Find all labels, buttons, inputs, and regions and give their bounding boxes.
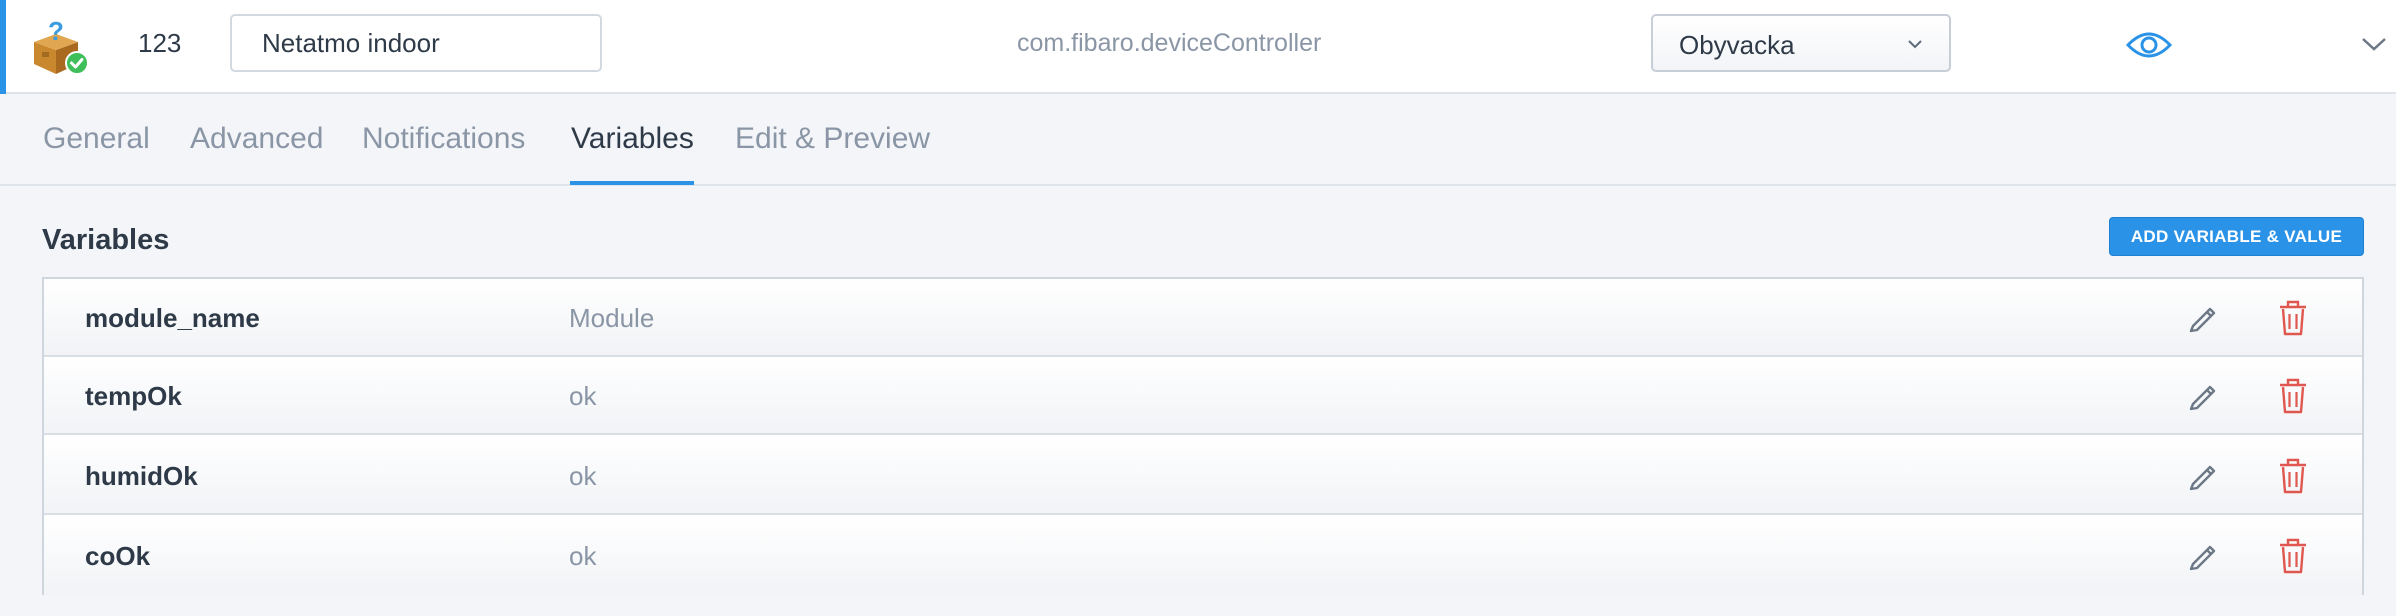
trash-icon[interactable]: [2277, 299, 2309, 337]
tab-variables[interactable]: Variables: [571, 122, 694, 156]
room-select-value: Obyvacka: [1679, 30, 1795, 60]
variable-value: ok: [569, 541, 597, 571]
table-row: humidOk ok: [44, 437, 2362, 515]
add-variable-button[interactable]: ADD VARIABLE & VALUE: [2109, 217, 2364, 256]
pencil-icon[interactable]: [2185, 538, 2221, 574]
trash-icon[interactable]: [2277, 377, 2309, 415]
svg-text:?: ?: [48, 18, 64, 46]
active-tab-indicator: [570, 181, 694, 185]
tab-edit-preview[interactable]: Edit & Preview: [735, 122, 930, 156]
tab-general[interactable]: General: [43, 122, 150, 156]
device-header: ? 123 com.fibaro.deviceController Obyvac…: [0, 0, 2396, 94]
device-type-label: com.fibaro.deviceController: [1017, 29, 1322, 57]
pencil-icon[interactable]: [2185, 300, 2221, 336]
room-select[interactable]: Obyvacka: [1651, 14, 1951, 72]
tab-notifications[interactable]: Notifications: [362, 122, 525, 156]
eye-icon[interactable]: [2125, 28, 2173, 62]
pencil-icon[interactable]: [2185, 458, 2221, 494]
pencil-icon[interactable]: [2185, 378, 2221, 414]
trash-icon[interactable]: [2277, 537, 2309, 575]
variable-value: ok: [569, 381, 597, 411]
chevron-down-icon: [1908, 40, 1922, 49]
package-question-icon: ?: [34, 18, 89, 75]
tab-advanced[interactable]: Advanced: [190, 122, 323, 156]
variable-name: tempOk: [85, 381, 182, 411]
variable-name: module_name: [85, 303, 260, 333]
device-name-input[interactable]: [230, 14, 602, 72]
table-row: module_name Module: [44, 279, 2362, 357]
trash-icon[interactable]: [2277, 457, 2309, 495]
chevron-down-icon[interactable]: [2361, 35, 2387, 53]
tab-bar: General Advanced Notifications Variables…: [0, 94, 2396, 186]
device-id: 123: [138, 28, 182, 58]
table-row: tempOk ok: [44, 357, 2362, 435]
variable-value: ok: [569, 461, 597, 491]
variable-name: coOk: [85, 541, 151, 571]
selection-accent-bar: [0, 0, 6, 94]
table-row: coOk ok: [44, 517, 2362, 595]
variables-table: module_name Module tempOk ok humidOk ok …: [42, 277, 2364, 595]
section-title: Variables: [42, 224, 170, 256]
variable-value: Module: [569, 303, 655, 333]
variable-name: humidOk: [85, 461, 198, 491]
